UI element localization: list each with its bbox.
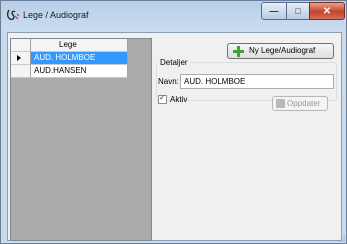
- row-header[interactable]: [11, 52, 31, 65]
- close-icon: ✕: [322, 5, 332, 17]
- details-group-title: Detaljer: [158, 58, 190, 67]
- update-icon: [276, 99, 285, 108]
- grid-header-row: Lege: [11, 39, 128, 52]
- window-title: Lege / Audiograf: [23, 10, 89, 20]
- update-label: Oppdater: [287, 99, 321, 108]
- new-doctor-button[interactable]: Ny Lege/Audiograf: [227, 43, 334, 59]
- column-header-lege[interactable]: Lege: [31, 39, 128, 52]
- app-icon: [6, 9, 20, 21]
- current-row-arrow-icon: [17, 55, 21, 61]
- row-header[interactable]: [11, 65, 31, 78]
- grid-cell-name[interactable]: AUD. HOLMBOE: [31, 52, 128, 65]
- name-input[interactable]: [180, 74, 334, 89]
- plus-icon: [233, 46, 244, 57]
- update-button[interactable]: Oppdater: [272, 96, 328, 111]
- client-area: Lege AUD. HOLMBOE AUD.HANSEN Ny Lege/Aud…: [7, 32, 342, 241]
- table-row[interactable]: AUD.HANSEN: [11, 65, 128, 78]
- maximize-button[interactable]: □: [286, 2, 310, 20]
- app-window: Lege / Audiograf — □ ✕ Lege AUD. HOLMBOE…: [0, 0, 347, 244]
- minimize-icon: —: [269, 6, 279, 16]
- minimize-button[interactable]: —: [261, 2, 287, 20]
- close-button[interactable]: ✕: [309, 2, 345, 20]
- grid-cell-name[interactable]: AUD.HANSEN: [31, 65, 128, 78]
- table-row[interactable]: AUD. HOLMBOE: [11, 52, 128, 65]
- name-label: Navn:: [158, 77, 179, 86]
- active-checkbox[interactable]: [158, 93, 167, 104]
- doctor-grid[interactable]: Lege AUD. HOLMBOE AUD.HANSEN: [10, 38, 152, 241]
- new-doctor-label: Ny Lege/Audiograf: [249, 46, 316, 55]
- maximize-icon: □: [295, 6, 301, 16]
- resize-grip-icon[interactable]: [337, 234, 345, 242]
- title-bar[interactable]: Lege / Audiograf — □ ✕: [1, 1, 346, 31]
- grid-corner-header[interactable]: [11, 39, 31, 52]
- active-label[interactable]: Aktiv: [170, 95, 187, 104]
